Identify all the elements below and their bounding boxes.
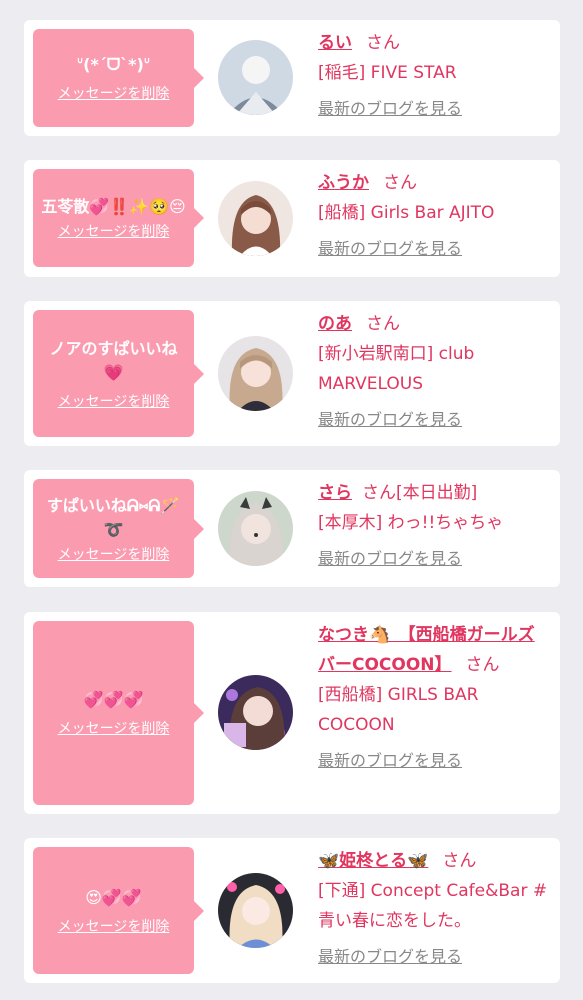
name-line: のあ さん [318, 309, 548, 339]
cast-name-link[interactable]: なつき🐴 【西船橋ガールズバーCOCOON】 [318, 625, 535, 675]
honorific: さん [383, 173, 417, 193]
message-text: ノアのすぱいいね💗 [49, 338, 178, 382]
cast-name-link[interactable]: るい [318, 33, 352, 53]
honorific: さん [362, 483, 396, 503]
latest-blog-link[interactable]: 最新のブログを見る [318, 238, 548, 260]
avatar[interactable] [218, 675, 293, 750]
cast-name-link[interactable]: さら [318, 483, 352, 503]
message-bubble: すぱいいねᕱ⑅ᕱ🪄➰ メッセージを削除 [33, 479, 204, 578]
latest-blog-link[interactable]: 最新のブログを見る [318, 409, 548, 431]
latest-blog-link[interactable]: 最新のブログを見る [318, 98, 548, 120]
delete-message-link[interactable]: メッセージを削除 [58, 720, 170, 738]
latest-blog-link[interactable]: 最新のブログを見る [318, 750, 548, 772]
shop-name: [本厚木] わっ!!ちゃちゃ [318, 513, 504, 533]
message-text: すぱいいねᕱ⑅ᕱ🪄➰ [46, 495, 181, 539]
delete-message-link[interactable]: メッセージを削除 [58, 223, 170, 241]
name-line: さら さん[本日出勤] [318, 478, 548, 508]
avatar[interactable] [218, 181, 293, 256]
profile-info: ふうか さん [船橋] Girls Bar AJITO 最新のブログを見る [318, 168, 548, 260]
latest-blog-link[interactable]: 最新のブログを見る [318, 548, 548, 570]
message-text: 五苓散💞‼️✨🥺😔 [41, 197, 186, 216]
message-bubble: 五苓散💞‼️✨🥺😔 メッセージを削除 [33, 169, 204, 267]
message-bubble: 💞💞💞 メッセージを削除 [33, 621, 204, 805]
message-text: 💞💞💞 [83, 690, 144, 709]
latest-blog-link[interactable]: 最新のブログを見る [318, 946, 548, 968]
delete-message-link[interactable]: メッセージを削除 [58, 85, 170, 103]
message-card: ノアのすぱいいね💗 メッセージを削除 のあ さん [新小岩駅南口] club MA… [24, 301, 560, 446]
profile-info: なつき🐴 【西船橋ガールズバーCOCOON】 さん [西船橋] GIRLS BAR… [318, 620, 548, 772]
honorific: さん [442, 851, 477, 871]
name-line: 🦋姫柊とる🦋 さん [318, 846, 548, 876]
profile-info: 🦋姫柊とる🦋 さん [下通] Concept Cafe&Bar #青い春に恋をした… [318, 846, 548, 968]
name-line: なつき🐴 【西船橋ガールズバーCOCOON】 さん [318, 620, 548, 680]
cast-name-link[interactable]: ふうか [318, 173, 369, 193]
message-card: 💞💞💞 メッセージを削除 なつき🐴 【西船橋ガールズバーCOCOON】 さん [西… [24, 612, 560, 814]
shop-name: [下通] Concept Cafe&Bar #青い春に恋をした。 [318, 881, 548, 931]
cast-name-link[interactable]: 🦋姫柊とる🦋 [318, 851, 428, 871]
message-text: 😍💞💞 [85, 887, 142, 907]
message-card: すぱいいねᕱ⑅ᕱ🪄➰ メッセージを削除 さら さん[本日出勤] [本厚木] わっ!… [24, 470, 560, 587]
honorific: さん [366, 314, 400, 334]
delete-message-link[interactable]: メッセージを削除 [58, 918, 170, 936]
shop-name: [新小岩駅南口] club MARVELOUS [318, 344, 475, 394]
profile-info: るい さん [稲毛] FIVE STAR 最新のブログを見る [318, 28, 548, 120]
shop-name: [船橋] Girls Bar AJITO [318, 203, 495, 223]
delete-message-link[interactable]: メッセージを削除 [58, 546, 170, 564]
shop-name: [稲毛] FIVE STAR [318, 63, 457, 83]
message-card: ᐡ(*ˊᗜˋ*)ᐡ メッセージを削除 るい さん [稲毛] FIVE STAR 最… [24, 20, 560, 136]
delete-message-link[interactable]: メッセージを削除 [58, 393, 170, 411]
avatar[interactable] [218, 336, 293, 411]
honorific: さん [465, 655, 500, 675]
honorific: さん [366, 33, 400, 53]
message-text: ᐡ(*ˊᗜˋ*)ᐡ [76, 55, 151, 74]
name-line: ふうか さん [318, 168, 548, 198]
name-line: るい さん [318, 28, 548, 58]
avatar[interactable] [218, 491, 293, 566]
avatar[interactable] [218, 873, 293, 948]
attendance-tag: [本日出勤] [396, 483, 478, 503]
message-bubble: ノアのすぱいいね💗 メッセージを削除 [33, 310, 204, 437]
message-card: 😍💞💞 メッセージを削除 🦋姫柊とる🦋 さん [下通] Concept Cafe&… [24, 838, 560, 983]
message-card: 五苓散💞‼️✨🥺😔 メッセージを削除 ふうか さん [船橋] Girls Bar … [24, 160, 560, 277]
avatar[interactable] [218, 40, 293, 115]
message-bubble: 😍💞💞 メッセージを削除 [33, 847, 204, 974]
profile-info: さら さん[本日出勤] [本厚木] わっ!!ちゃちゃ 最新のブログを見る [318, 478, 548, 570]
message-bubble: ᐡ(*ˊᗜˋ*)ᐡ メッセージを削除 [33, 29, 204, 127]
profile-info: のあ さん [新小岩駅南口] club MARVELOUS 最新のブログを見る [318, 309, 548, 431]
cast-name-link[interactable]: のあ [318, 314, 352, 334]
shop-name: [西船橋] GIRLS BAR COCOON [318, 685, 479, 735]
